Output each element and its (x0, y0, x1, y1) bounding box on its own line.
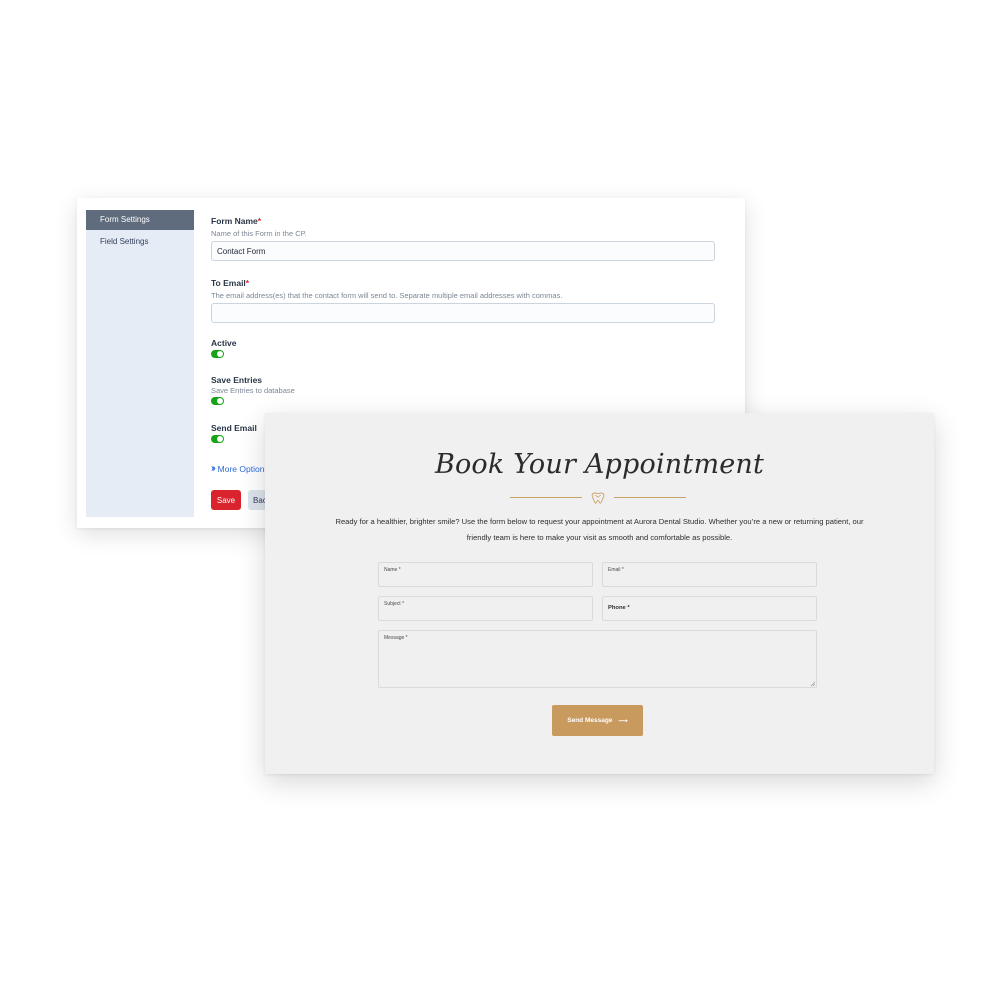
save-entries-help: Save Entries to database (211, 386, 295, 395)
divider-line (614, 497, 686, 498)
message-textarea[interactable]: Message * (378, 630, 817, 688)
subject-field-label: Subject * (384, 601, 405, 607)
name-field[interactable]: Name * (378, 562, 593, 587)
send-message-button[interactable]: Send Message ⟶ (552, 705, 643, 736)
email-field[interactable]: Email * (602, 562, 817, 587)
toggle-knob (217, 398, 223, 404)
title-divider (510, 491, 686, 505)
settings-sidebar: Form Settings Field Settings (86, 210, 194, 517)
to-email-input[interactable] (211, 303, 715, 323)
toggle-knob (217, 351, 223, 357)
send-email-toggle[interactable] (211, 435, 224, 443)
booking-title: Book Your Appointment (434, 449, 765, 480)
to-email-label: To Email* (211, 278, 721, 288)
booking-form-preview: Book Your Appointment Ready for a health… (265, 413, 934, 774)
message-field-label: Message * (384, 635, 408, 641)
to-email-group: To Email* The email address(es) that the… (211, 278, 721, 323)
divider-line (510, 497, 582, 498)
phone-field[interactable]: Phone * (602, 596, 817, 621)
double-chevron-right-icon: ›› (211, 463, 215, 474)
form-name-label: Form Name* (211, 216, 721, 226)
name-field-label: Name * (384, 567, 401, 573)
to-email-label-text: To Email (211, 278, 246, 288)
email-field-label: Email * (608, 567, 624, 573)
active-label: Active (211, 338, 237, 348)
save-button[interactable]: Save (211, 490, 241, 510)
required-asterisk: * (257, 216, 262, 226)
phone-field-label: Phone * (608, 605, 630, 611)
arrow-right-icon: ⟶ (618, 717, 628, 725)
screenshot-stage: Form Settings Field Settings Form Name* … (0, 0, 1000, 1000)
active-group: Active (211, 338, 721, 358)
subject-field[interactable]: Subject * (378, 596, 593, 621)
sidebar-item-field-settings[interactable]: Field Settings (86, 232, 194, 252)
more-options-label: More Options (217, 463, 269, 474)
send-message-label: Send Message (567, 717, 613, 724)
active-toggle[interactable] (211, 350, 224, 358)
booking-intro-text: Ready for a healthier, brighter smile? U… (335, 517, 864, 542)
toggle-knob (217, 436, 223, 442)
form-name-group: Form Name* Name of this Form in the CP. (211, 216, 721, 261)
required-asterisk: * (245, 278, 250, 288)
save-entries-group: Save Entries Save Entries to database (211, 375, 721, 405)
sidebar-item-form-settings[interactable]: Form Settings (86, 210, 194, 230)
to-email-help: The email address(es) that the contact f… (211, 291, 563, 300)
form-name-help: Name of this Form in the CP. (211, 229, 307, 238)
form-name-input[interactable] (211, 241, 715, 261)
save-entries-label: Save Entries (211, 375, 263, 385)
resize-handle-icon[interactable] (810, 681, 815, 686)
form-name-label-text: Form Name (211, 216, 258, 226)
save-entries-toggle[interactable] (211, 397, 224, 405)
tooth-icon (591, 492, 605, 504)
